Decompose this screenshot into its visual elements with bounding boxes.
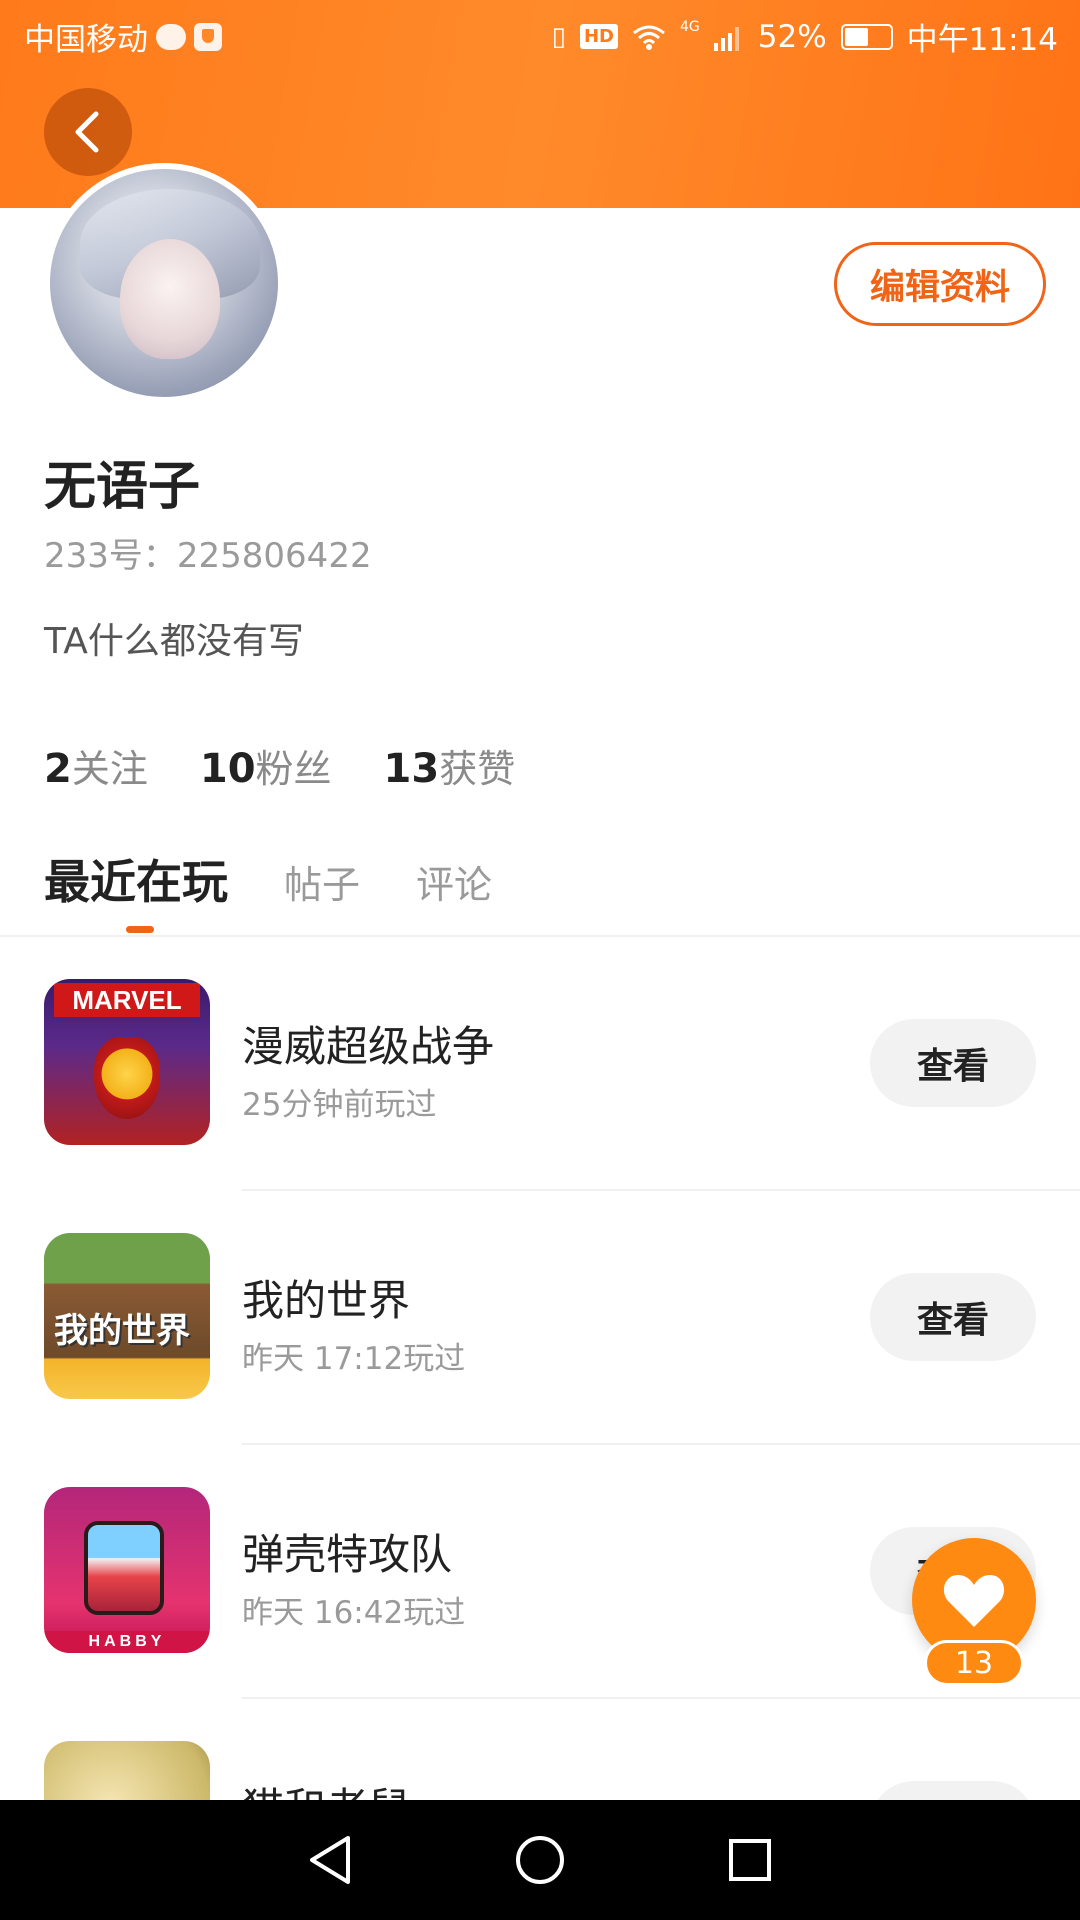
- edit-profile-button[interactable]: 编辑资料: [834, 242, 1046, 326]
- network-type: 4G: [679, 18, 700, 35]
- game-last-played: 昨天 17:12玩过: [242, 1341, 466, 1377]
- stats-row: 2 关注 10 粉丝 13 获赞: [44, 738, 515, 793]
- recent-games-list: MARVEL 漫威超级战争 25分钟前玩过 查看 我的世界 我的世界 昨天 17…: [0, 937, 1080, 1920]
- circle-home-icon: [516, 1836, 564, 1884]
- hd-badge: HD: [579, 24, 618, 49]
- battery-level: [844, 27, 868, 46]
- list-item[interactable]: MARVEL 漫威超级战争 25分钟前玩过 查看: [0, 937, 1080, 1191]
- back-button[interactable]: [44, 88, 132, 176]
- vibrate-icon: ▯: [551, 21, 566, 52]
- square-recents-icon: [729, 1839, 771, 1881]
- stat-number: 10: [199, 746, 256, 792]
- tab-comments[interactable]: 评论: [416, 854, 492, 909]
- game-last-played: 25分钟前玩过: [242, 1087, 437, 1123]
- stat-likes[interactable]: 13 获赞: [384, 738, 516, 793]
- clock: 中午11:14: [906, 22, 1058, 58]
- game-name: 弹壳特攻队: [242, 1530, 453, 1579]
- message-icon: [156, 23, 186, 50]
- user-id: 233号：225806422: [44, 536, 372, 576]
- game-name: 漫威超级战争: [242, 1022, 495, 1071]
- username: 无语子: [44, 457, 201, 517]
- chevron-left-icon: [75, 111, 99, 153]
- stat-label: 粉丝: [255, 747, 332, 791]
- nav-back-button[interactable]: [300, 1830, 360, 1890]
- status-bar: 中国移动 ▯ HD 4G 52% 中午11:14: [0, 0, 1080, 68]
- carrier-label: 中国移动: [24, 22, 148, 58]
- tab-recently-played[interactable]: 最近在玩: [44, 846, 228, 912]
- list-item[interactable]: 我的世界 我的世界 昨天 17:12玩过 查看: [0, 1191, 1080, 1445]
- stat-number: 2: [44, 746, 72, 792]
- stat-label: 获赞: [439, 747, 516, 791]
- game-name: 我的世界: [242, 1276, 411, 1325]
- view-button[interactable]: 查看: [870, 1273, 1036, 1361]
- game-last-played: 昨天 16:42玩过: [242, 1595, 466, 1631]
- nav-home-button[interactable]: [510, 1830, 570, 1890]
- nav-recents-button[interactable]: [720, 1830, 780, 1890]
- habby-logo-text: HABBY: [44, 1631, 210, 1653]
- like-count-badge: 13: [924, 1640, 1024, 1686]
- marvel-logo-text: MARVEL: [54, 983, 200, 1017]
- stat-followers[interactable]: 10 粉丝: [200, 738, 332, 793]
- status-left: 中国移动: [24, 14, 222, 59]
- wifi-icon: [633, 25, 665, 50]
- triangle-back-icon: [310, 1836, 350, 1884]
- shield-icon: [194, 22, 222, 51]
- status-right: ▯ HD 4G 52% 中午11:14: [552, 14, 1058, 59]
- game-icon-marvel: MARVEL: [44, 979, 210, 1145]
- battery-icon: [840, 23, 893, 50]
- battery-percent: 52%: [757, 18, 827, 55]
- profile-tabs: 最近在玩 帖子 评论: [44, 846, 492, 912]
- stat-number: 13: [383, 746, 440, 792]
- heart-icon: [943, 1575, 1005, 1627]
- game-icon-survivor: HABBY: [44, 1487, 210, 1653]
- profile-screen: 中国移动 ▯ HD 4G 52% 中午11:14 编辑资料 无语子 233号：2…: [0, 0, 1080, 1920]
- ironman-mask-art: [94, 1037, 160, 1119]
- active-tab-indicator: [126, 926, 154, 933]
- game-icon-minecraft: 我的世界: [44, 1233, 210, 1399]
- signal-icon: [713, 26, 739, 51]
- avatar[interactable]: [44, 163, 284, 403]
- tab-posts[interactable]: 帖子: [284, 854, 360, 909]
- user-bio: TA什么都没有写: [44, 621, 304, 662]
- view-button[interactable]: 查看: [870, 1019, 1036, 1107]
- system-nav-bar: [0, 1800, 1080, 1920]
- minecraft-logo-text: 我的世界: [54, 1311, 190, 1351]
- stat-following[interactable]: 2 关注: [44, 738, 148, 793]
- avatar-face: [120, 239, 220, 359]
- hero-art: [84, 1521, 164, 1615]
- stat-label: 关注: [71, 747, 148, 791]
